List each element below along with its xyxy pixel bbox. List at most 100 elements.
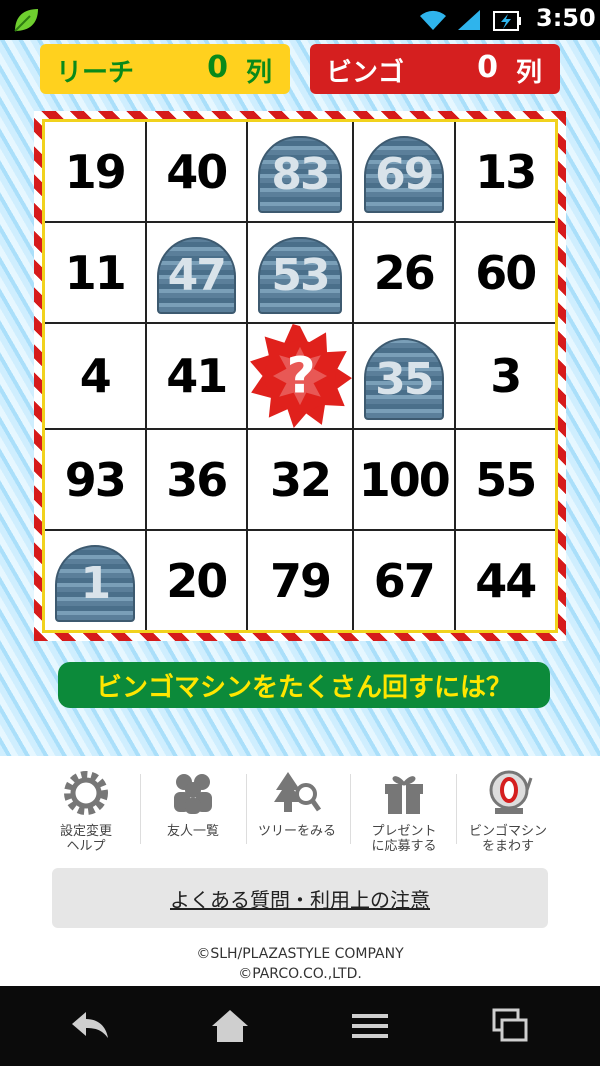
wifi-icon <box>420 10 446 30</box>
divider <box>350 774 351 844</box>
leaf-icon <box>14 9 38 32</box>
menu-spin-machine-label: ビンゴマシン をまわす <box>468 824 547 854</box>
bingo-cell: 19 <box>45 122 145 221</box>
bingo-cell: 4 <box>45 324 145 428</box>
marked-stamp: 83 <box>258 136 342 213</box>
bingo-machine-help-button[interactable]: ビンゴマシンをたくさん回すには？ <box>58 662 550 708</box>
bingo-cell: 26 <box>354 223 454 322</box>
clock: 3:50 <box>536 4 596 32</box>
divider <box>140 774 141 844</box>
cell-number: 60 <box>475 245 537 300</box>
marked-stamp: 47 <box>156 237 236 314</box>
bingo-machine-icon <box>489 770 533 814</box>
cell-number: 83 <box>271 149 330 200</box>
cell-number: 55 <box>475 452 537 507</box>
battery-charging-icon <box>493 11 521 31</box>
bingo-label: ビンゴ <box>326 58 405 88</box>
bingo-cell: 47 <box>146 223 246 322</box>
marked-stamp: 1 <box>55 545 135 622</box>
home-icon[interactable] <box>208 1006 252 1046</box>
cell-number: 35 <box>375 353 434 405</box>
cell-number: 100 <box>358 452 451 507</box>
menu-present-apply[interactable]: プレゼント に応募する <box>354 766 454 862</box>
cell-number: 79 <box>269 553 332 608</box>
cell-number: 26 <box>373 245 436 300</box>
bingo-cell: 55 <box>455 430 555 529</box>
copyright: ©SLH/PLAZASTYLE COMPANY ©PARCO.CO.,LTD. <box>0 944 600 984</box>
bingo-cell: 83 <box>248 122 352 221</box>
bingo-cell: 53 <box>248 223 352 322</box>
back-icon[interactable] <box>68 1006 112 1046</box>
gear-icon <box>64 771 108 815</box>
bingo-cell: 1 <box>45 531 145 630</box>
bingo-cell: 20 <box>146 531 246 630</box>
marked-stamp: 69 <box>364 136 444 213</box>
cell-number: 20 <box>166 553 228 608</box>
cell-number: 53 <box>271 250 330 301</box>
menu-settings-help[interactable]: 設定変更 ヘルプ <box>36 766 136 862</box>
reach-value: 0 <box>207 50 228 85</box>
cell-number: 4 <box>79 349 112 403</box>
cell-number: 11 <box>64 245 127 300</box>
bingo-cell: 13 <box>455 122 555 221</box>
bingo-cell: 93 <box>45 430 145 529</box>
faq-button[interactable]: よくある質問・利用上の注意 <box>52 868 548 928</box>
cell-number: 36 <box>166 452 228 507</box>
bingo-card-inner: 19 40 83 69 13 11 47 53 26 60 4 41? 35 3 93 36 32 100 55 1 2… <box>42 119 558 633</box>
menu-settings-help-label: 設定変更 ヘルプ <box>59 824 112 854</box>
game-area: リーチ 0 列 ビンゴ 0 列 19 40 83 69 13 11 47 53 26 60 4 41?… <box>0 40 600 756</box>
cell-number: 19 <box>64 144 127 199</box>
bingo-cell: 3 <box>455 324 555 428</box>
cell-number: 44 <box>475 553 537 608</box>
marked-stamp: 35 <box>364 338 444 420</box>
cell-number: 67 <box>373 553 436 608</box>
menu-friends-label: 友人一覧 <box>166 824 219 839</box>
cell-number: 13 <box>475 144 537 199</box>
status-bar: 3:50 <box>0 0 600 40</box>
reach-counter: リーチ 0 列 <box>40 44 290 94</box>
bingo-cell: 35 <box>354 324 454 428</box>
menu-friends[interactable]: 友人一覧 <box>143 766 243 862</box>
bingo-grid: 19 40 83 69 13 11 47 53 26 60 4 41? 35 3 93 36 32 100 55 1 2… <box>45 122 555 630</box>
cell-number: 41 <box>166 349 228 403</box>
bingo-counter: ビンゴ 0 列 <box>310 44 560 94</box>
gift-icon <box>385 776 423 814</box>
bingo-cell: 44 <box>455 531 555 630</box>
signal-icon <box>458 10 480 30</box>
menu-view-tree[interactable]: ツリーをみる <box>247 766 347 862</box>
cell-number: 47 <box>167 250 227 301</box>
menu-view-tree-label: ツリーをみる <box>257 824 336 839</box>
reach-label: リーチ <box>56 58 135 88</box>
bingo-cell: 32 <box>248 430 352 529</box>
navigation-bar <box>0 986 600 1066</box>
cell-number: 93 <box>64 452 127 507</box>
bingo-unit: 列 <box>515 58 542 88</box>
bingo-cell: 11 <box>45 223 145 322</box>
copyright-line-1: ©SLH/PLAZASTYLE COMPANY <box>196 946 404 962</box>
free-space-star: ? <box>250 324 352 428</box>
marked-stamp: 53 <box>258 237 342 314</box>
bingo-cell: 40 <box>146 122 246 221</box>
divider <box>456 774 457 844</box>
cell-number: 32 <box>269 452 332 507</box>
bingo-cell: 100 <box>354 430 454 529</box>
bingo-cell: 41 <box>146 324 246 428</box>
menu-spin-machine[interactable]: ビンゴマシン をまわす <box>458 766 558 862</box>
cell-number: 40 <box>166 144 228 199</box>
tree-search-icon <box>274 772 322 812</box>
reach-unit: 列 <box>245 58 272 88</box>
bingo-cell: 36 <box>146 430 246 529</box>
cell-number: 69 <box>375 149 434 200</box>
bingo-cell: 79 <box>248 531 352 630</box>
menu-present-apply-label: プレゼント に応募する <box>371 824 437 854</box>
menu-icon[interactable] <box>348 1006 392 1046</box>
free-space-mark: ? <box>287 347 314 405</box>
bingo-cell: ? <box>248 324 352 428</box>
cell-number: 1 <box>80 558 111 609</box>
bottom-menu: 設定変更 ヘルプ 友人一覧 ツリーをみる プレゼント に応募する ビンゴマシン … <box>0 756 600 866</box>
bingo-cell: 69 <box>354 122 454 221</box>
bingo-value: 0 <box>477 50 498 85</box>
bingo-cell: 60 <box>455 223 555 322</box>
recent-apps-icon[interactable] <box>488 1006 532 1046</box>
bingo-card: 19 40 83 69 13 11 47 53 26 60 4 41? 35 3 93 36 32 100 55 1 2… <box>34 111 566 641</box>
